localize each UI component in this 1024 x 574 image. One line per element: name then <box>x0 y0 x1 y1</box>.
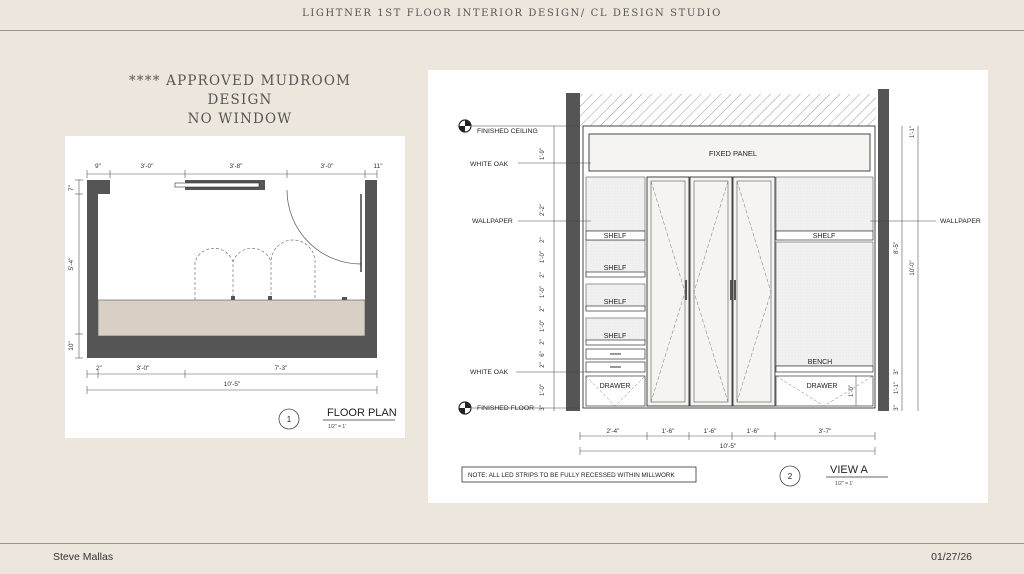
elev-dim-overall: 10'-5" <box>720 443 737 450</box>
elev-dim-left-10: 6" <box>540 351 546 356</box>
title-bar: LIGHTNER 1ST FLOOR INTERIOR DESIGN/ CL D… <box>0 0 1024 31</box>
elev-dim-bottom-3: 1'-6" <box>704 428 718 435</box>
wallpaper-label-left: WALLPAPER <box>472 218 513 225</box>
elev-dim-bottom-1: 2'-4" <box>607 428 621 435</box>
drawer-label-left: DRAWER <box>600 383 631 390</box>
elev-dim-right-5: 3" <box>894 405 900 410</box>
fp-scale: 1/2" = 1' <box>328 424 346 430</box>
fp-title: FLOOR PLAN <box>327 407 397 419</box>
elev-dim-right-4: 1'-1" <box>894 382 900 394</box>
approval-note-line2: NO WINDOW <box>187 111 293 127</box>
finished-floor-label: FINISHED FLOOR <box>477 405 534 412</box>
fp-dim-top-1: 9" <box>95 163 102 170</box>
shelf-label-3: SHELF <box>604 299 627 306</box>
elev-dim-bottom-5: 3'-7" <box>819 428 833 435</box>
elev-dim-left-3: 2" <box>540 237 546 242</box>
elev-dim-drawer: 1'-0" <box>849 385 855 397</box>
fp-number: 1 <box>287 415 292 424</box>
elev-dim-left-5: 2" <box>540 272 546 277</box>
elev-dim-left-12: 1'-0" <box>540 384 546 396</box>
elevation-drawing: FIXED PANEL SHELF SHELF SHELF SHELF DRAW… <box>458 89 981 487</box>
elev-dim-left-9: 2" <box>540 339 546 344</box>
elev-dim-right-1: 1'-1" <box>910 126 916 138</box>
elev-dim-left-11: 2" <box>540 362 546 367</box>
led-note: NOTE: ALL LED STRIPS TO BE FULLY RECESSE… <box>468 472 675 479</box>
elev-dim-right-3: 3" <box>894 369 900 374</box>
ceiling-hatch <box>580 94 876 126</box>
fp-dim-left-3: 10" <box>68 341 75 351</box>
shelf-label-right: SHELF <box>813 233 836 240</box>
page-title: LIGHTNER 1ST FLOOR INTERIOR DESIGN/ CL D… <box>302 8 722 19</box>
white-oak-label-bottom: WHITE OAK <box>470 369 509 376</box>
elev-dim-left-8: 1'-0" <box>540 320 546 332</box>
fp-dim-top-5: 11" <box>373 163 383 170</box>
footer-date: 01/27/26 <box>931 551 972 563</box>
fp-dim-top-4: 3'-0" <box>321 163 335 170</box>
footer-author: Steve Mallas <box>53 551 114 563</box>
right-wall <box>878 89 889 411</box>
fp-dim-top-2: 3'-0" <box>141 163 155 170</box>
fp-dim-bottom-1: 2" <box>96 365 103 372</box>
fp-dim-left-2: 5'-4" <box>68 257 75 271</box>
fp-dim-top-3: 3'-8" <box>230 163 244 170</box>
fp-dim-left-1: 7" <box>68 184 75 191</box>
fp-dim-overall: 10'-5" <box>224 381 241 388</box>
elev-dim-left-1: 1'-9" <box>540 148 546 160</box>
elev-dim-left-7: 2" <box>540 306 546 311</box>
bench-label: BENCH <box>808 359 833 366</box>
shelf-label-4: SHELF <box>604 333 627 340</box>
elev-number: 2 <box>788 472 793 481</box>
elev-dim-right-2: 8'-5" <box>894 242 900 254</box>
elev-dim-left-6: 1'-0" <box>540 286 546 298</box>
floor-plan-panel: 9" 3'-0" 3'-8" 3'-0" 11" 7" 5'-4" 10" 2"… <box>65 136 405 438</box>
elev-dim-bottom-4: 1'-6" <box>747 428 761 435</box>
elev-dim-total-right: 10'-0" <box>910 260 916 275</box>
shelf-label-1: SHELF <box>604 233 627 240</box>
elev-dim-bottom-2: 1'-6" <box>662 428 676 435</box>
left-wall <box>566 93 580 411</box>
elevation-panel: FIXED PANEL SHELF SHELF SHELF SHELF DRAW… <box>428 70 988 503</box>
approval-note-line1: **** APPROVED MUDROOM DESIGN <box>128 73 352 108</box>
elev-scale: 1/2" = 1' <box>835 481 853 487</box>
finished-ceiling-label: FINISHED CEILING <box>477 128 538 135</box>
drawer-label-right: DRAWER <box>807 383 838 390</box>
fixed-panel-label: FIXED PANEL <box>709 149 757 158</box>
fp-dim-bottom-3: 7'-3" <box>275 365 289 372</box>
elev-dim-left-2: 2'-2" <box>540 204 546 216</box>
approval-note: **** APPROVED MUDROOM DESIGN NO WINDOW <box>100 72 380 129</box>
footer-divider <box>0 543 1024 544</box>
elev-dim-left-13: 3" <box>540 405 546 410</box>
elev-dim-left-4: 1'-0" <box>540 251 546 263</box>
shelf-label-2: SHELF <box>604 265 627 272</box>
wallpaper-label-right: WALLPAPER <box>940 218 981 225</box>
fp-dim-bottom-2: 3'-0" <box>137 365 151 372</box>
floor-plan-drawing: 9" 3'-0" 3'-8" 3'-0" 11" 7" 5'-4" 10" 2"… <box>68 163 397 430</box>
elev-title: VIEW A <box>830 464 869 476</box>
white-oak-label-top: WHITE OAK <box>470 161 509 168</box>
